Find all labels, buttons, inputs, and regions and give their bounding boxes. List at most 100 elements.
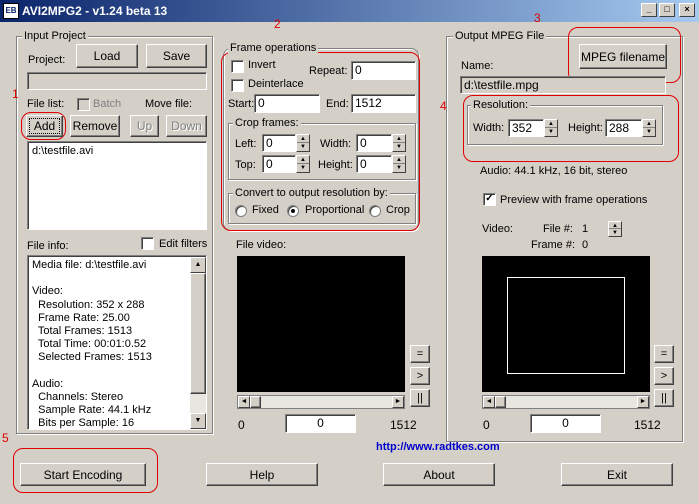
remove-button[interactable]: Remove [70,115,120,137]
close-button[interactable]: × [679,3,695,17]
output-height-input[interactable]: 288 [605,119,642,137]
title-bar: EB AVI2MPG2 - v1.24 beta 13 _ □ × [0,0,699,22]
output-width-spinner[interactable]: ▲ ▼ [544,119,558,137]
help-button-label: Help [249,467,275,482]
save-button[interactable]: Save [146,44,207,68]
mpeg-filename-button-label: MPEG filename [580,49,666,64]
load-button[interactable]: Load [76,44,138,68]
save-button-label: Save [162,49,191,63]
output-video-end-frame: 1512 [634,418,661,432]
slider-left-arrow-icon[interactable]: ◄ [238,396,250,408]
batch-checkbox[interactable] [77,98,90,111]
crop-width-spinner[interactable]: ▲ ▼ [392,134,406,152]
start-encoding-button-label: Start Encoding [43,467,123,482]
invert-checkbox[interactable] [231,60,244,73]
slider-right-arrow-icon[interactable]: ► [637,396,649,408]
crop-left-input[interactable]: 0 [262,134,296,152]
project-label: Project: [28,54,66,66]
file-info-scrollbar[interactable]: ▲ ▼ [190,257,206,429]
crop-frames-label: Crop frames: [233,117,301,129]
crop-top-input[interactable]: 0 [262,155,296,173]
preview-label: Preview with frame operations [500,194,648,206]
project-field[interactable] [27,72,207,90]
scroll-down-arrow-icon[interactable]: ▼ [190,413,206,429]
crop-height-label: Height: [318,159,353,171]
end-input[interactable]: 1512 [351,94,416,113]
edit-filters-label: Edit filters [159,238,208,250]
mpeg-filename-button[interactable]: MPEG filename [579,44,667,69]
file-number-value: 1 [582,223,589,235]
repeat-input[interactable]: 0 [351,61,416,80]
scroll-thumb[interactable] [190,273,206,394]
output-height-spinner[interactable]: ▲ ▼ [642,119,656,137]
file-list-label: File list: [27,98,65,110]
file-video-position-input[interactable]: 0 [285,414,356,433]
website-link[interactable]: http://www.radtkes.com [376,441,500,453]
file-video-pause-button[interactable]: || [410,389,430,407]
up-button[interactable]: Up [130,115,159,137]
frame-operations-label: Frame operations [228,42,319,54]
proportional-label: Proportional [305,204,365,216]
file-video-slider[interactable]: ◄ ► [237,395,405,409]
crop-width-input[interactable]: 0 [356,134,392,152]
exit-button[interactable]: Exit [561,463,673,486]
output-video-slider[interactable]: ◄ ► [482,395,650,409]
output-video-pause-button[interactable]: || [654,389,674,407]
output-name-label: Name: [461,60,494,72]
frame-number-label: Frame #: [531,239,576,251]
slider-left-arrow-icon[interactable]: ◄ [483,396,495,408]
file-number-spinner[interactable]: ▲ ▼ [608,221,622,237]
move-file-label: Move file: [145,98,193,110]
edit-filters-checkbox[interactable] [141,237,154,250]
about-button[interactable]: About [383,463,495,486]
invert-label: Invert [248,59,276,71]
crop-left-spinner[interactable]: ▲ ▼ [296,134,310,152]
scroll-up-arrow-icon[interactable]: ▲ [190,257,206,273]
file-list[interactable]: d:\testfile.avi [27,141,207,230]
output-frame-outline [507,277,625,374]
equals-icon: = [416,348,424,360]
crop-mode-label: Crop [386,204,410,216]
maximize-button[interactable]: □ [659,3,675,17]
repeat-label: Repeat: [309,65,348,77]
help-button[interactable]: Help [206,463,318,486]
annotation-2: 2 [274,17,281,31]
output-video-play-button[interactable]: > [654,367,674,385]
start-input[interactable]: 0 [254,94,320,113]
annotation-1: 1 [12,87,19,101]
file-video-equals-button[interactable]: = [410,345,430,363]
batch-label: Batch [93,98,122,110]
file-video-label: File video: [236,239,287,251]
minimize-button[interactable]: _ [641,3,657,17]
start-label: Start: [228,98,255,110]
crop-height-spinner[interactable]: ▲ ▼ [392,155,406,173]
deinterlace-checkbox[interactable] [231,79,244,92]
output-name-field[interactable]: d:\testfile.mpg [460,76,666,94]
file-info-box: Media file: d:\testfile.avi Video: Resol… [27,255,207,430]
crop-top-spinner[interactable]: ▲ ▼ [296,155,310,173]
crop-radio[interactable] [369,205,381,217]
window-title: AVI2MPG2 - v1.24 beta 13 [22,4,168,18]
file-video-slider-thumb[interactable] [250,396,261,408]
output-width-input[interactable]: 352 [508,119,544,137]
up-button-label: Up [136,119,153,133]
crop-height-input[interactable]: 0 [356,155,392,173]
slider-right-arrow-icon[interactable]: ► [392,396,404,408]
play-icon: > [660,370,668,382]
preview-checkbox[interactable]: ✓ [483,193,496,206]
output-video-equals-button[interactable]: = [654,345,674,363]
output-video-label: Video: [482,223,513,235]
annotation-3: 3 [534,11,541,25]
file-video-play-button[interactable]: > [410,367,430,385]
down-button-label: Down [171,119,202,133]
file-info-label: File info: [27,240,69,252]
proportional-radio[interactable] [287,205,299,217]
start-encoding-button[interactable]: Start Encoding [20,463,146,486]
output-video-slider-thumb[interactable] [495,396,506,408]
file-list-item[interactable]: d:\testfile.avi [32,145,93,157]
fixed-radio[interactable] [235,205,247,217]
annotation-4: 4 [440,99,447,113]
output-video-position-input[interactable]: 0 [530,414,601,433]
down-button[interactable]: Down [166,115,207,137]
add-button[interactable]: Add [26,115,63,137]
